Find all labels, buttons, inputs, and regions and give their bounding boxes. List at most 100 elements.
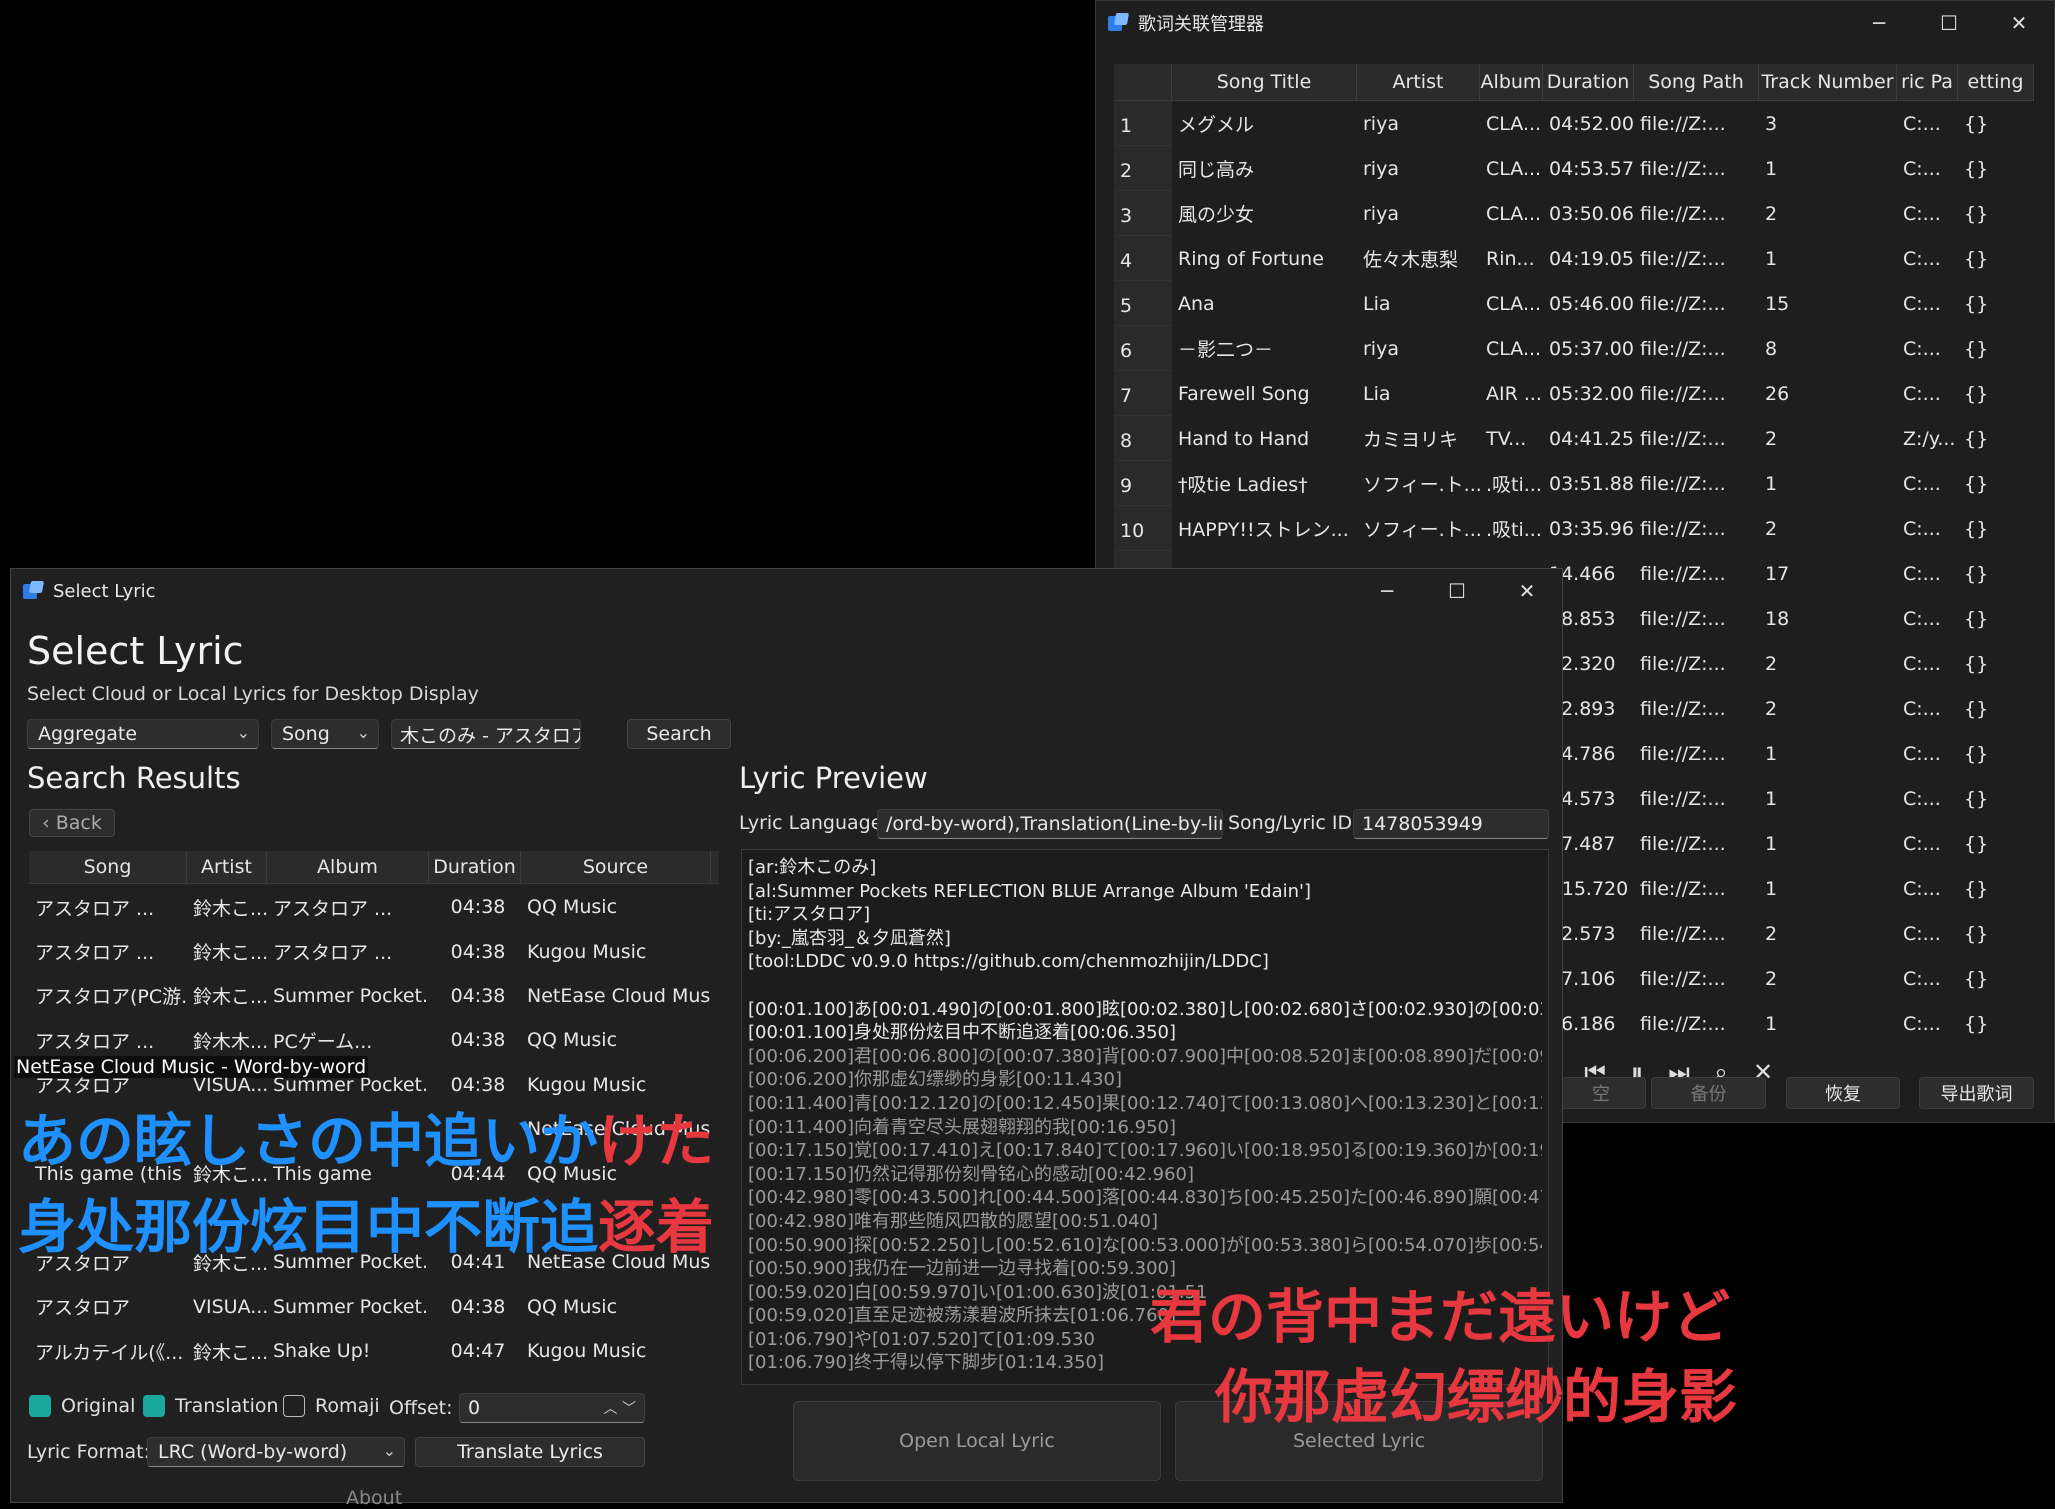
table-cell: 1	[1765, 832, 1778, 855]
table-cell: Ring of Fortune	[1178, 247, 1324, 270]
table-row[interactable]: 7 Farewell Song Lia AIR ... 05:32.000 file://…	[1114, 371, 2034, 416]
preview-line: [00:06.200]你那虚幻缥缈的身影[00:11.430]	[748, 1069, 1122, 1091]
col-track-number[interactable]: Track Number	[1759, 64, 1897, 100]
table-cell: {}	[1964, 967, 1989, 990]
table-cell: .吸ti...	[1486, 519, 1542, 541]
table-cell: CLA...	[1486, 112, 1542, 135]
col-song-title[interactable]: Song Title	[1172, 64, 1357, 100]
table-cell: カミヨリキ	[1363, 429, 1459, 451]
col-song-path[interactable]: Song Path	[1634, 64, 1759, 100]
close-icon[interactable]: ✕	[1492, 569, 1562, 613]
table-row[interactable]: 5 Ana Lia CLA... 05:46.000 file://Z:... 15 C:..…	[1114, 281, 2034, 326]
table-cell: Lia	[1363, 292, 1391, 315]
table-row[interactable]: 3 風の少女 riya CLA... 03:50.066 file://Z:... 2 C:.…	[1114, 191, 2034, 236]
maximize-icon[interactable]: ☐	[1422, 569, 1492, 613]
table-cell: Z:/y...	[1903, 427, 1956, 450]
preview-line: [00:42.980]零[00:43.500]れ[00:44.500]落[00:…	[748, 1187, 1542, 1209]
table-cell: {}	[1964, 472, 1989, 495]
table-cell: file://Z:...	[1640, 877, 1726, 900]
table-cell: C:...	[1903, 157, 1941, 180]
table-row[interactable]: 6 －影二つ－ riya CLA... 05:37.000 file://Z:... 8 C:…	[1114, 326, 2034, 371]
song-id-field[interactable]: 1478053949	[1353, 809, 1549, 839]
restore-button[interactable]: 恢复	[1786, 1077, 1900, 1109]
table-row[interactable]: 8 Hand to Hand カミヨリキ TV... 04:41.253 file://Z…	[1114, 416, 2034, 461]
table-cell: 風の少女	[1178, 204, 1255, 226]
minimize-icon[interactable]: ─	[1844, 1, 1914, 45]
preview-line: [00:17.150]仍然记得那份刻骨铭心的感动[00:42.960]	[748, 1163, 1194, 1185]
keyword-input[interactable]: 木このみ - アスタロア	[391, 719, 581, 749]
result-cell: アスタロア	[35, 1297, 131, 1320]
source-select[interactable]: Aggregate ⌄	[27, 719, 259, 749]
col-lyric-path[interactable]: ric Pa	[1897, 64, 1958, 100]
result-cell: Kugou Music	[527, 940, 647, 963]
table-cell: file://Z:...	[1640, 967, 1726, 990]
table-cell: C:...	[1903, 922, 1941, 945]
table-cell: C:...	[1903, 472, 1941, 495]
table-row[interactable]: 1 メグメル riya CLA... 04:52.000 file://Z:... 3 C:.…	[1114, 101, 2034, 146]
col-duration[interactable]: Duration	[429, 851, 521, 883]
preview-line: [00:17.150]覚[00:17.410]え[00:17.840]て[00:…	[748, 1140, 1542, 1162]
col-song[interactable]: Song	[29, 851, 187, 883]
offset-value: 0	[468, 1397, 481, 1419]
row-number: 6	[1114, 326, 1172, 371]
table-cell: {}	[1964, 112, 1989, 135]
result-row[interactable]: アスタロア ... 鈴木こ... アスタロア ... 04:38 QQ Music	[29, 885, 719, 929]
backup-button[interactable]: 备份	[1651, 1077, 1766, 1109]
result-cell: VISUA...	[193, 1295, 267, 1318]
lyric-language-field[interactable]: /ord-by-word),Translation(Line-by-line)	[877, 809, 1223, 839]
col-album[interactable]: Album	[267, 851, 429, 883]
open-local-lyric-button[interactable]: Open Local Lyric	[793, 1401, 1161, 1481]
original-checkbox[interactable]: Original	[29, 1395, 135, 1417]
table-cell: CLA...	[1486, 337, 1542, 360]
row-number: 3	[1114, 191, 1172, 236]
maximize-icon[interactable]: ☐	[1914, 1, 1984, 45]
about-label[interactable]: About	[346, 1487, 402, 1509]
result-row[interactable]: アルカテイル(《... 鈴木こ... Shake Up! 04:47 Kugou Mus…	[29, 1329, 719, 1373]
col-artist[interactable]: Artist	[1357, 64, 1480, 100]
col-album[interactable]: Album	[1480, 64, 1543, 100]
table-row[interactable]: 9 †吸tie Ladies† ソフィー.ト... .吸ti... 03:51.880 f…	[1114, 461, 2034, 506]
table-cell: file://Z:...	[1640, 382, 1726, 405]
back-button[interactable]: ‹ Back	[29, 809, 115, 837]
result-cell: 04:38	[450, 984, 506, 1007]
col-duration[interactable]: Duration	[1543, 64, 1634, 100]
table-cell: C:...	[1903, 337, 1941, 360]
lyric-preview-heading: Lyric Preview	[739, 761, 928, 795]
table-cell: C:...	[1903, 562, 1941, 585]
romaji-checkbox[interactable]: Romaji	[283, 1395, 380, 1417]
table-cell: riya	[1363, 337, 1399, 360]
clear-button[interactable]: 空	[1556, 1077, 1646, 1109]
translation-checkbox[interactable]: Translation	[143, 1395, 279, 1417]
checkbox-checked-icon	[29, 1395, 51, 1417]
offset-input[interactable]: 0 ︿ ﹀	[459, 1393, 645, 1423]
lyric-format-select[interactable]: LRC (Word-by-word) ⌄	[147, 1437, 405, 1467]
translate-lyrics-button[interactable]: Translate Lyrics	[415, 1437, 645, 1467]
search-type-select[interactable]: Song ⌄	[271, 719, 379, 749]
col-setting[interactable]: etting	[1958, 64, 2034, 100]
preview-line: [00:50.900]探[00:52.250]し[00:52.610]な[00:…	[748, 1234, 1542, 1256]
close-icon[interactable]: ✕	[1984, 1, 2054, 45]
result-row[interactable]: アスタロア ... 鈴木こ... アスタロア ... 04:38 Kugou Music	[29, 929, 719, 973]
export-lyrics-button[interactable]: 导出歌词	[1919, 1077, 2034, 1109]
table-cell: C:...	[1903, 112, 1941, 135]
table-cell: file://Z:...	[1640, 1012, 1726, 1035]
result-row[interactable]: アスタロア VISUA... Summer Pocket... 04:38 QQ Mus…	[29, 1285, 719, 1329]
minimize-icon[interactable]: ─	[1352, 569, 1422, 613]
result-row[interactable]: アスタロア(PC游... 鈴木こ... Summer Pocket... 04:38 N…	[29, 974, 719, 1018]
search-button[interactable]: Search	[627, 719, 731, 749]
spin-icon[interactable]: ︿ ﹀	[604, 1398, 636, 1418]
col-source[interactable]: Source	[521, 851, 711, 883]
table-row[interactable]: 4 Ring of Fortune 佐々木恵梨 Rin... 04:19.055 file…	[1114, 236, 2034, 281]
preview-line: [ar:鈴木このみ]	[748, 857, 877, 878]
table-row[interactable]: 2 同じ高み riya CLA... 04:53.573 file://Z:... 1 C:.…	[1114, 146, 2034, 191]
table-cell: 15	[1765, 292, 1790, 315]
table-cell: {}	[1964, 517, 1989, 540]
table-row[interactable]: 10 HAPPY!!ストレン... ソフィー.ト... .吸ti... 03:35.96…	[1114, 506, 2034, 551]
result-cell: アスタロア ...	[273, 897, 393, 920]
table-cell: 04:53.573	[1549, 157, 1634, 180]
table-cell: 2	[1765, 202, 1778, 225]
col-artist[interactable]: Artist	[187, 851, 267, 883]
result-cell: Summer Pocket...	[273, 984, 429, 1007]
table-cell: file://Z:...	[1640, 742, 1726, 765]
table-cell: 2	[1765, 967, 1778, 990]
